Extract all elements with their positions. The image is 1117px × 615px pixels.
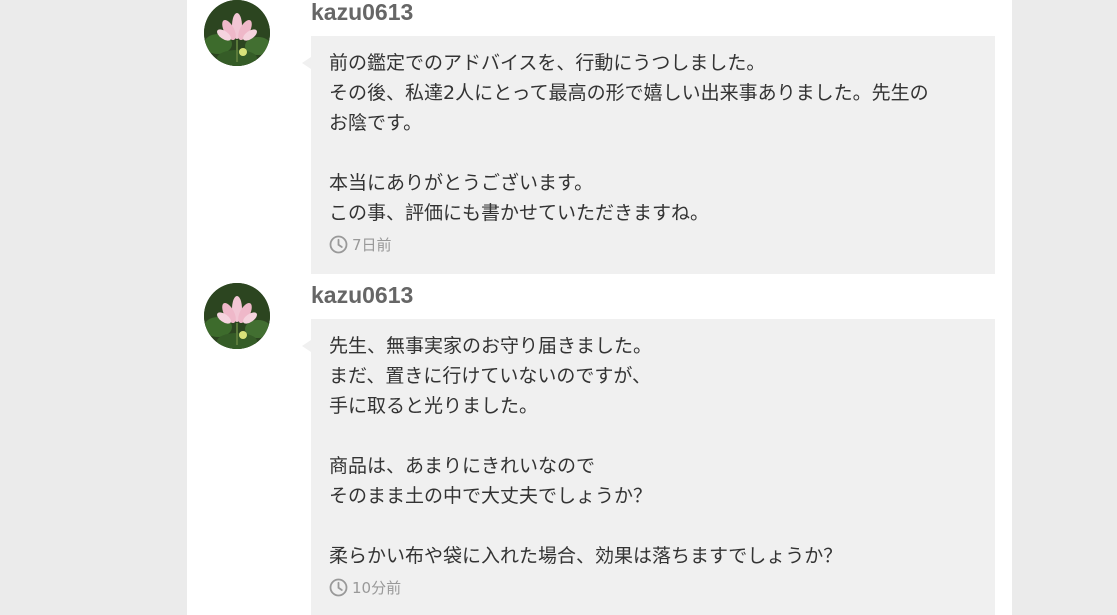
message-timestamp: 10分前 (329, 575, 977, 599)
user-avatar[interactable] (204, 283, 270, 349)
message-text-line: この事、評価にも書かせていただきますね。 (329, 202, 710, 224)
lotus-flower-avatar-icon (204, 283, 270, 349)
message-text-line: 手に取ると光りました。 (329, 395, 539, 417)
message-text-line: 前の鑑定でのアドバイスを、行動にうつしました。 (329, 52, 766, 74)
message-text-line: 商品は、あまりにきれいなので (329, 455, 596, 477)
message-text-line: 柔らかい布や袋に入れた場合、効果は落ちますでしょうか？ (329, 545, 843, 567)
user-avatar[interactable] (204, 0, 270, 66)
username[interactable]: kazu0613 (311, 0, 413, 28)
message-text-line: お陰です。 (329, 112, 423, 134)
message-text-line: その後、私達2人にとって最高の形で嬉しい出来事ありました。先生の (329, 82, 929, 104)
lotus-flower-avatar-icon (204, 0, 270, 66)
message-timestamp: 7日前 (329, 232, 977, 256)
message-thread-page: kazu0613 前の鑑定でのアドバイスを、行動にうつしました。 その後、私達2… (0, 0, 1117, 615)
username[interactable]: kazu0613 (311, 279, 413, 311)
timestamp-text: 7日前 (352, 235, 392, 254)
message-text-line: まだ、置きに行けていないのですが、 (329, 365, 652, 387)
message-bubble: 前の鑑定でのアドバイスを、行動にうつしました。 その後、私達2人にとって最高の形… (302, 36, 995, 274)
timestamp-text: 10分前 (352, 578, 402, 597)
message-text-line: そのまま土の中で大丈夫でしょうか？ (329, 485, 653, 507)
message-text-line: 本当にありがとうございます。 (329, 172, 594, 194)
message-bubble: 先生、無事実家のお守り届きました。 まだ、置きに行けていないのですが、 手に取る… (302, 319, 995, 615)
clock-icon (329, 578, 348, 597)
message-text-line: 先生、無事実家のお守り届きました。 (329, 335, 653, 357)
clock-icon (329, 235, 348, 254)
